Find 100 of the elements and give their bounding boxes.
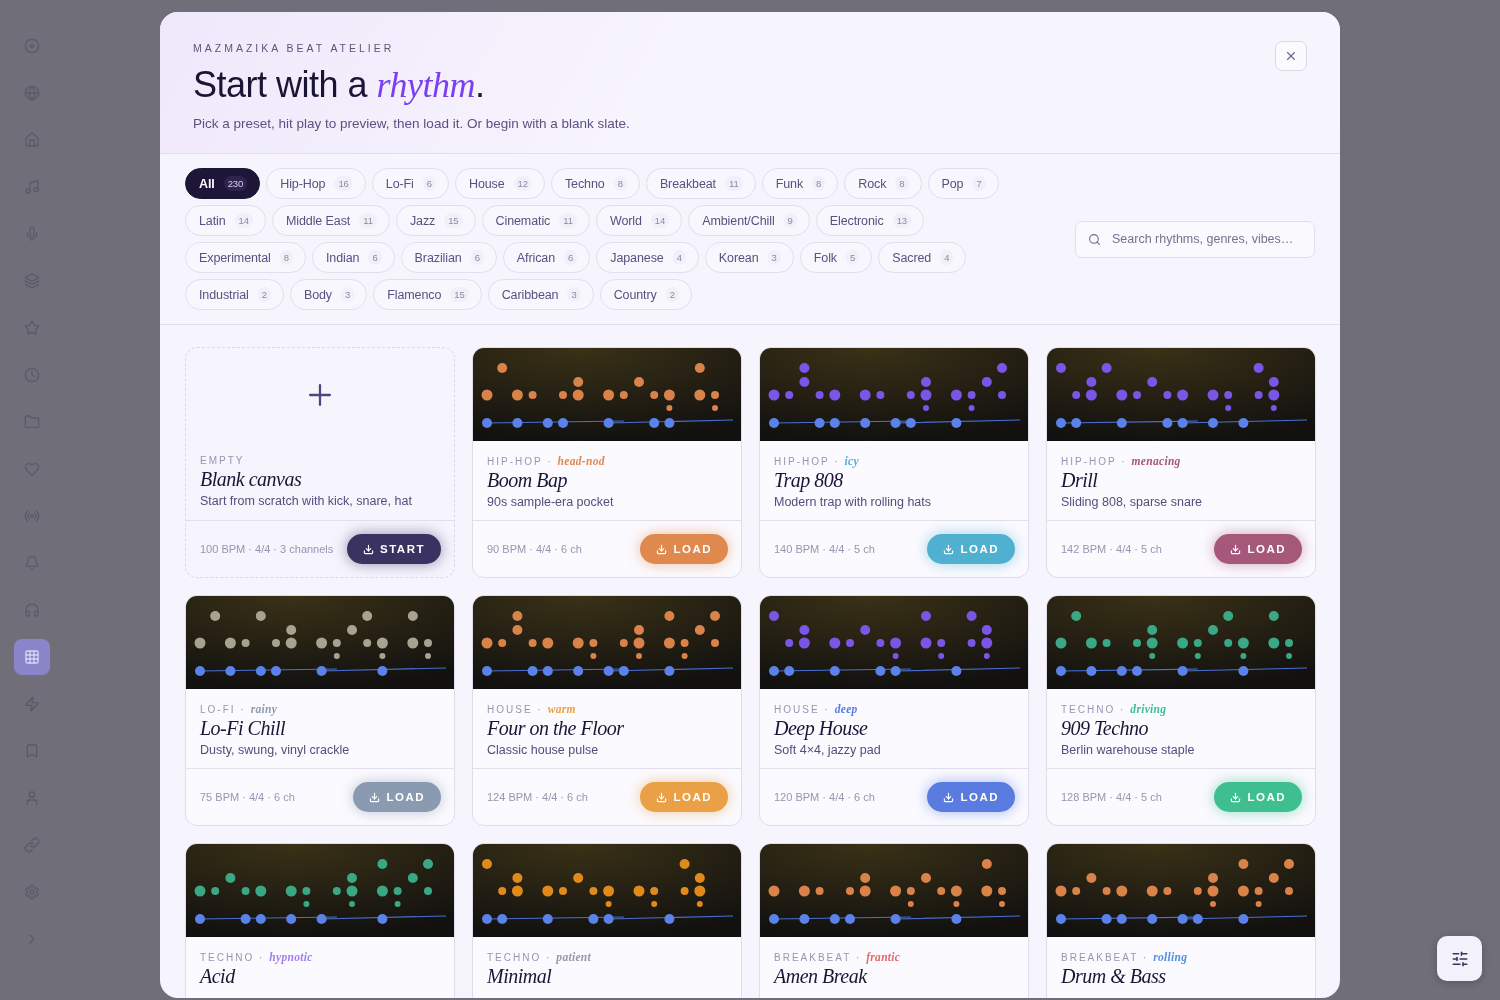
load-button[interactable]: LOAD	[1214, 534, 1302, 564]
genre-filter-chip[interactable]: World 14	[595, 205, 683, 236]
genre-filter-chip[interactable]: Rock 8	[844, 168, 922, 199]
preset-title: Four on the Floor	[487, 717, 625, 740]
genre-filter-chip[interactable]: Lo-Fi 6	[371, 168, 449, 199]
genre-filter-chip[interactable]: Japanese 4	[596, 242, 699, 273]
genre-filter-chip[interactable]: Middle East 11	[272, 205, 390, 236]
preset-card[interactable]: HIP-HOP · icy Trap 808 Modern trap with rolling hats 140 BPM · 4/4 · 5 ch LOAD	[759, 347, 1029, 578]
settings-button[interactable]	[1437, 936, 1482, 981]
mood-label: frantic	[866, 951, 901, 963]
preset-title: Deep House	[774, 717, 869, 740]
genre-filter-chip[interactable]: Folk 5	[799, 242, 873, 273]
preset-card[interactable]: TECHNO · patient Minimal	[472, 843, 742, 998]
genre-label: HIP-HOP ·	[1061, 456, 1127, 467]
preset-title: Blank canvas	[200, 468, 303, 491]
preset-card[interactable]: HOUSE · deep Deep House Soft 4×4, jazzy pad 120 BPM · 4/4 · 6 ch LOAD	[759, 595, 1029, 826]
preset-title: Drill	[1061, 469, 1099, 492]
genre-filter-chip[interactable]: Industrial 2	[185, 279, 284, 310]
genre-filter-chip[interactable]: African 6	[502, 242, 591, 273]
genre-label: BREAKBEAT ·	[1061, 952, 1149, 963]
download-icon	[656, 543, 668, 555]
preset-card[interactable]: HIP-HOP · menacing Drill Sliding 808, sparse snare 142 BPM · 4/4 · 5 ch LOAD	[1046, 347, 1316, 578]
preset-title: Boom Bap	[487, 469, 568, 492]
genre-filter-chip[interactable]: Flamenco 15	[373, 279, 482, 310]
genre-filter-chip[interactable]: Hip-Hop 16	[266, 168, 366, 199]
preset-title: Drum & Bass	[1061, 965, 1167, 988]
genre-filter-chip[interactable]: House 12	[454, 168, 545, 199]
preset-description: Soft 4×4, jazzy pad	[774, 743, 882, 757]
genre-filter-chip[interactable]: Experimental 8	[185, 242, 306, 273]
preset-description: Sliding 808, sparse snare	[1061, 495, 1204, 509]
preset-card[interactable]: BREAKBEAT · frantic Amen Break	[759, 843, 1029, 998]
genre-filter-chip[interactable]: Cinematic 11	[481, 205, 590, 236]
genre-label: LO-FI ·	[200, 704, 246, 715]
preset-card[interactable]: HOUSE · warm Four on the Floor Classic house pulse 124 BPM · 4/4 · 6 ch LOAD	[472, 595, 742, 826]
preset-description: Classic house pulse	[487, 743, 600, 757]
genre-filter-chip[interactable]: All 230	[185, 168, 261, 199]
preset-card[interactable]: TECHNO · driving 909 Techno Berlin warehouse staple 128 BPM · 4/4 · 5 ch LOAD	[1046, 595, 1316, 826]
mood-label: driving	[1130, 703, 1167, 715]
genre-filter-chip[interactable]: Funk 8	[761, 168, 839, 199]
genre-label: HOUSE ·	[487, 704, 543, 715]
genre-label: BREAKBEAT ·	[774, 952, 862, 963]
close-icon	[1284, 49, 1298, 63]
preset-description: Modern trap with rolling hats	[774, 495, 933, 509]
blank-canvas-card[interactable]: EMPTY Blank canvas Start from scratch with kick, snare, hat 100 BPM · 4/4 · 3 channels START	[185, 347, 455, 578]
download-icon	[1230, 543, 1242, 555]
preset-meta: 128 BPM · 4/4 · 5 ch	[1061, 791, 1162, 803]
close-button[interactable]	[1275, 41, 1307, 71]
eyebrow-text: MAZMAZIKA BEAT ATELIER	[193, 42, 396, 54]
mood-label: patient	[556, 951, 592, 963]
preset-card[interactable]: LO-FI · rainy Lo-Fi Chill Dusty, swung, vinyl crackle 75 BPM · 4/4 · 6 ch LOAD	[185, 595, 455, 826]
genre-filter-chip[interactable]: Jazz 15	[395, 205, 476, 236]
preset-title: Amen Break	[774, 965, 869, 988]
genre-filter-chip[interactable]: Korean 3	[704, 242, 794, 273]
genre-filter-chip[interactable]: Pop 7	[927, 168, 999, 199]
genre-filter-chip[interactable]: Ambient/Chill 9	[688, 205, 810, 236]
load-button[interactable]: LOAD	[927, 782, 1015, 812]
genre-label: HIP-HOP ·	[487, 456, 553, 467]
dialog-title: Start with a rhythm.	[193, 64, 486, 106]
genre-filter-chip[interactable]: Sacred 4	[878, 242, 967, 273]
download-icon	[369, 791, 381, 803]
preset-description: 90s sample-era pocket	[487, 495, 615, 509]
preset-description: Start from scratch with kick, snare, hat	[200, 494, 413, 508]
genre-filter-chip[interactable]: Brazilian 6	[400, 242, 497, 273]
genre-label: TECHNO ·	[1061, 704, 1126, 715]
grid-icon[interactable]	[14, 639, 50, 675]
preset-meta: 120 BPM · 4/4 · 6 ch	[774, 791, 875, 803]
preset-description: Berlin warehouse staple	[1061, 743, 1196, 757]
mood-label: icy	[844, 455, 859, 467]
download-icon	[943, 791, 955, 803]
start-button[interactable]: START	[347, 534, 441, 564]
genre-filter-chip[interactable]: Caribbean 3	[487, 279, 594, 310]
preset-card[interactable]: BREAKBEAT · rolling Drum & Bass	[1046, 843, 1316, 998]
genre-filter-chip[interactable]: Breakbeat 11	[645, 168, 756, 199]
genre-filter-chip[interactable]: Body 3	[289, 279, 368, 310]
genre-filter-chip[interactable]: Techno 8	[550, 168, 640, 199]
mood-label: head-nod	[557, 455, 605, 467]
preset-title: Acid	[200, 965, 237, 988]
preset-meta: 140 BPM · 4/4 · 5 ch	[774, 543, 875, 555]
genre-filter-chip[interactable]: Country 2	[599, 279, 692, 310]
preset-description: Dusty, swung, vinyl crackle	[200, 743, 351, 757]
download-icon	[656, 791, 668, 803]
mood-label: rolling	[1153, 951, 1188, 963]
genre-filter-chip[interactable]: Electronic 13	[815, 205, 924, 236]
download-icon	[943, 543, 955, 555]
preset-title: Minimal	[487, 965, 553, 988]
search-field[interactable]: Search rhythms, genres, vibes…	[1075, 220, 1315, 258]
genre-label: HOUSE ·	[774, 704, 830, 715]
preset-card[interactable]: TECHNO · hypnotic Acid	[185, 843, 455, 998]
genre-label: TECHNO ·	[487, 952, 552, 963]
preset-card[interactable]: HIP-HOP · head-nod Boom Bap 90s sample-era pocket 90 BPM · 4/4 · 6 ch LOAD	[472, 347, 742, 578]
mood-label: hypnotic	[269, 951, 313, 963]
dialog-subtitle: Pick a preset, hit play to preview, then load it. Or begin with a blank slate.	[193, 116, 631, 131]
preset-meta: 75 BPM · 4/4 · 6 ch	[200, 791, 295, 803]
preset-title: Lo-Fi Chill	[200, 717, 287, 740]
genre-filter-chip[interactable]: Latin 14	[185, 205, 266, 236]
download-icon	[363, 543, 374, 555]
mood-label: deep	[834, 703, 858, 715]
preset-meta: 100 BPM · 4/4 · 3 channels	[200, 543, 334, 555]
genre-filter-chip[interactable]: Indian 6	[311, 242, 395, 273]
preset-meta: 90 BPM · 4/4 · 6 ch	[487, 543, 582, 555]
